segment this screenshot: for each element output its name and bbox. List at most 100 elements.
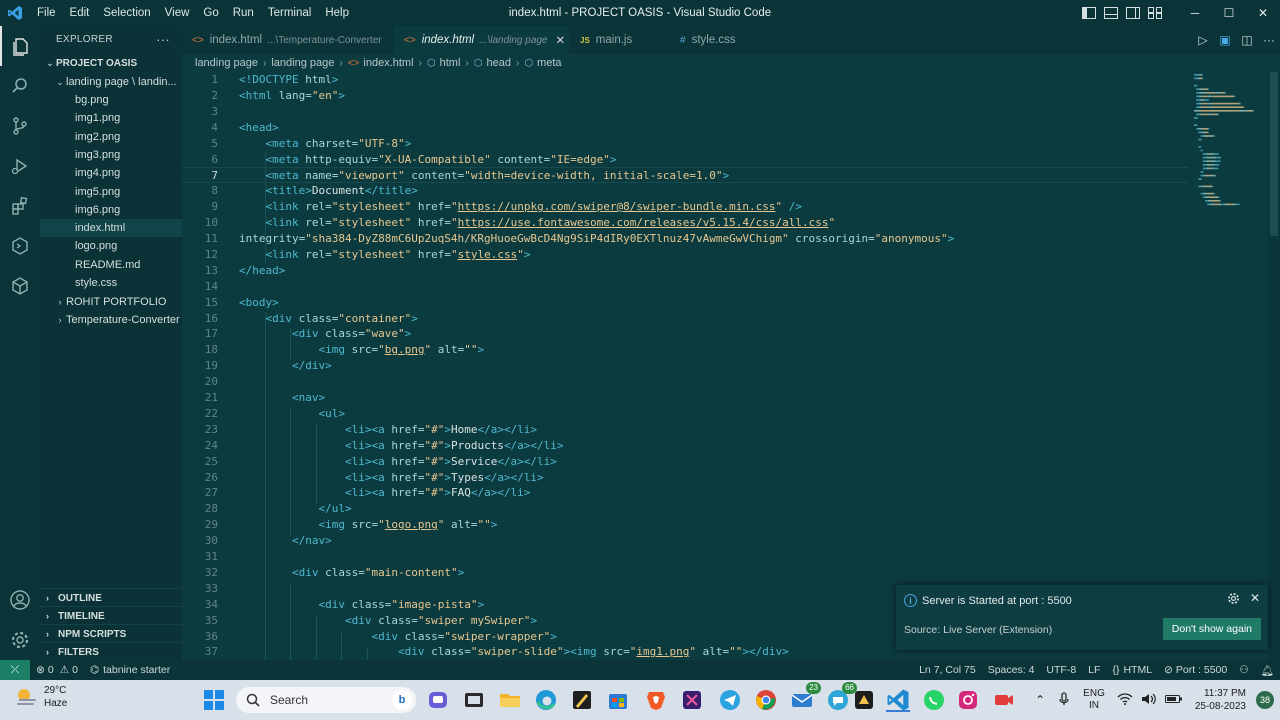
breadcrumb-item[interactable]: meta (537, 57, 561, 69)
code-line[interactable]: 25 <li><a href="#">Service</a></li> (182, 454, 1188, 470)
battery-icon[interactable] (1164, 693, 1183, 708)
code-line[interactable]: 8 <title>Document</title> (182, 183, 1188, 199)
bell-icon[interactable]: 🔔︎ (1255, 664, 1280, 677)
notification-center-badge[interactable]: 38 (1256, 691, 1274, 709)
remote-indicator-icon[interactable]: ⤫ (0, 660, 30, 680)
editor-scrollbar[interactable] (1268, 72, 1280, 660)
menu-selection[interactable]: Selection (96, 0, 157, 26)
taskbar-search[interactable]: Search b (236, 687, 416, 713)
outline-section[interactable]: › OUTLINE (40, 588, 182, 606)
edge-browser-icon[interactable] (534, 688, 558, 712)
task-view-icon[interactable] (462, 688, 486, 712)
vscode-taskbar-icon[interactable] (886, 688, 910, 712)
menu-view[interactable]: View (158, 0, 197, 26)
code-line[interactable]: 31 (182, 549, 1188, 565)
menu-help[interactable]: Help (318, 0, 356, 26)
folder-landing-page[interactable]: ⌄ landing page \ landin... (40, 73, 182, 91)
file-item[interactable]: img4.png (40, 164, 182, 182)
code-line[interactable]: 28 </ul> (182, 501, 1188, 517)
file-item[interactable]: img1.png (40, 109, 182, 127)
video-recorder-icon[interactable] (992, 688, 1016, 712)
vscode-logo-icon[interactable] (0, 0, 30, 26)
tab-index-landing[interactable]: <> index.html ...\landing page ✕ (394, 26, 570, 54)
store-icon[interactable] (606, 688, 630, 712)
end-of-line[interactable]: LF (1082, 664, 1106, 676)
remote-explorer-icon[interactable] (0, 226, 40, 266)
code-line[interactable]: 5 <meta charset="UTF-8"> (182, 136, 1188, 152)
code-line[interactable]: 22 <ul> (182, 406, 1188, 422)
snipping-tool-icon[interactable] (680, 688, 704, 712)
breadcrumb-item[interactable]: html (440, 57, 461, 69)
toggle-sidebar-icon[interactable] (1078, 0, 1100, 26)
code-line[interactable]: 14 (182, 279, 1188, 295)
code-line[interactable]: 21 <nav> (182, 390, 1188, 406)
code-line[interactable]: 16 <div class="container"> (182, 311, 1188, 327)
run-debug-icon[interactable] (0, 146, 40, 186)
tab-style-css[interactable]: # style.css (670, 26, 770, 54)
code-line[interactable]: 19 </div> (182, 358, 1188, 374)
split-editor-icon[interactable]: ◫ (1236, 33, 1258, 47)
menu-terminal[interactable]: Terminal (261, 0, 318, 26)
chevron-up-icon[interactable]: ⌃ (1035, 693, 1045, 707)
run-play-icon[interactable]: ▷ (1192, 33, 1214, 47)
breadcrumb-item[interactable]: index.html (363, 57, 413, 69)
language-mode[interactable]: {} HTML (1106, 664, 1158, 676)
problems-indicator[interactable]: ⊗ 0 ⚠ 0 (30, 664, 84, 676)
code-line[interactable]: 26 <li><a href="#">Types</a></li> (182, 470, 1188, 486)
minimap[interactable] (1192, 72, 1268, 212)
more-actions-button[interactable]: ··· (156, 32, 170, 47)
input-language[interactable]: ENG IN (1083, 688, 1105, 712)
code-line[interactable]: 29 <img src="logo.png" alt=""> (182, 517, 1188, 533)
live-preview-icon[interactable]: ▣ (1214, 33, 1236, 47)
filters-section[interactable]: › FILTERS (40, 642, 182, 660)
code-line[interactable]: 15 <body> (182, 295, 1188, 311)
file-item[interactable]: style.css (40, 274, 182, 292)
source-control-icon[interactable] (0, 106, 40, 146)
search-icon[interactable] (0, 66, 40, 106)
file-item[interactable]: README.md (40, 256, 182, 274)
tab-main-js[interactable]: JS main.js (570, 26, 670, 54)
whatsapp-icon[interactable] (922, 688, 946, 712)
package-icon[interactable] (0, 266, 40, 306)
folder-temperature-converter[interactable]: › Temperature-Converter (40, 311, 182, 329)
chat-app-icon[interactable]: 66 (826, 682, 857, 712)
minimize-button[interactable]: ─ (1178, 0, 1212, 26)
cursor-position[interactable]: Ln 7, Col 75 (913, 664, 982, 676)
extensions-icon[interactable] (0, 186, 40, 226)
sticky-notes-icon[interactable] (570, 688, 594, 712)
accounts-icon[interactable] (0, 580, 40, 620)
telegram-icon[interactable] (718, 688, 742, 712)
close-window-button[interactable]: ✕ (1246, 0, 1280, 26)
code-line[interactable]: 30 </nav> (182, 533, 1188, 549)
weather-widget[interactable]: 29°C Haze (14, 684, 67, 710)
code-line[interactable]: 11 integrity="sha384-DyZ88mC6Up2uqS4h/KRg… (182, 231, 1188, 247)
close-tab-icon[interactable]: ✕ (556, 33, 566, 47)
file-item[interactable]: img5.png (40, 183, 182, 201)
code-line[interactable]: 12 <link rel="stylesheet" href="style.cs… (182, 247, 1188, 263)
menu-go[interactable]: Go (196, 0, 225, 26)
maximize-button[interactable]: ☐ (1212, 0, 1246, 26)
indentation[interactable]: Spaces: 4 (982, 664, 1041, 676)
code-line[interactable]: 3 (182, 104, 1188, 120)
code-line[interactable]: 1 <!DOCTYPE html> (182, 72, 1188, 88)
code-line[interactable]: 32 <div class="main-content"> (182, 565, 1188, 581)
instagram-icon[interactable] (956, 688, 980, 712)
dont-show-again-button[interactable]: Don't show again (1162, 618, 1261, 640)
close-notification-icon[interactable]: ✕ (1250, 591, 1260, 605)
notification-settings-icon[interactable] (1227, 592, 1240, 608)
feedback-icon[interactable]: ⚇ (1233, 664, 1254, 676)
file-item[interactable]: bg.png (40, 91, 182, 109)
code-line[interactable]: 23 <li><a href="#">Home</a></li> (182, 422, 1188, 438)
settings-gear-icon[interactable] (0, 620, 40, 660)
menu-run[interactable]: Run (226, 0, 261, 26)
tab-index-temperature[interactable]: <> index.html ...\Temperature-Converter (182, 26, 394, 54)
menu-file[interactable]: File (30, 0, 63, 26)
code-line[interactable]: 7 <meta name="viewport" content="width=d… (182, 167, 1188, 184)
breadcrumb-item[interactable]: landing page (271, 57, 334, 69)
code-line[interactable]: 2 <html lang="en"> (182, 88, 1188, 104)
tabnine-indicator[interactable]: ⌬ tabnine starter (84, 664, 176, 676)
file-explorer-icon[interactable] (498, 688, 522, 712)
file-item[interactable]: img3.png (40, 146, 182, 164)
chrome-browser-icon[interactable] (754, 688, 778, 712)
code-line[interactable]: 6 <meta http-equiv="X-UA-Compatible" con… (182, 152, 1188, 168)
